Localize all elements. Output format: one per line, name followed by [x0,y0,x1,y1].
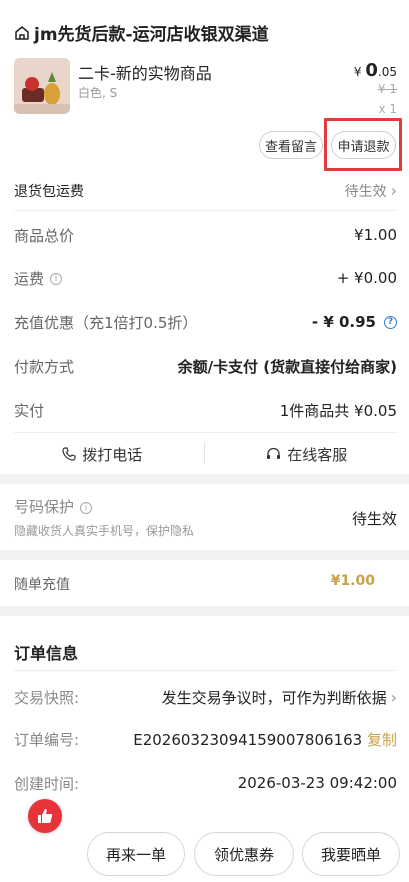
online-service-button[interactable]: 在线客服 [205,436,409,472]
service-label: 在线客服 [287,445,348,464]
product-thumbnail[interactable] [14,58,70,114]
topup-card: 随单充值 ¥1.00 [0,560,409,606]
protect-status: 待生效 [351,510,397,528]
summary-row-total: 商品总价 ¥1.00 [14,224,397,246]
return-shipping-label: 退货包运费 [14,184,84,200]
order-info-title: 订单信息 [14,644,79,663]
phone-icon [62,447,76,461]
product-image-icon [14,58,70,114]
copy-button[interactable]: 复制 [367,731,397,749]
price-dec: .05 [377,65,397,79]
reorder-button[interactable]: 再来一单 [87,832,185,876]
info-value: 2026-03-23 09:42:00 [237,774,397,792]
info-label: 创建时间: [14,774,80,793]
summary-value: + ¥0.00 [336,269,397,287]
summary-row-paid: 实付 1件商品共 ¥0.05 [14,399,397,421]
product-title[interactable]: 二卡-新的实物商品 [78,60,212,84]
info-label: 订单编号: [14,730,80,749]
summary-label: 付款方式 [14,357,75,376]
divider [14,670,397,671]
summary-label: 实付 [14,401,45,420]
info-icon[interactable]: i [80,501,93,514]
price-symbol: ¥ [353,65,362,79]
call-label: 拨打电话 [82,445,143,464]
protect-title: 号码保护 i [14,496,93,517]
product-price: ¥ 0.05 [354,60,397,81]
return-shipping-value: 待生效 › [344,181,397,200]
protect-desc: 隐藏收货人真实手机号，保护隐私 [14,524,195,538]
summary-value: 余额/卡支付 (货款直接付给商家) [177,357,397,376]
summary-label: 运费 i [14,268,63,289]
summary-label: 商品总价 [14,226,75,245]
topup-label: 随单充值 [14,577,70,593]
summary-row-shipping: 运费 i + ¥0.00 [14,267,397,289]
summary-row-discount: 充值优惠（充1倍打0.5折） - ¥ 0.95? [14,311,397,333]
price-int: 0 [365,60,378,81]
chevron-right-icon: › [390,687,397,707]
topup-value: ¥1.00 [330,573,375,589]
return-shipping-row[interactable]: 退货包运费 待生效 › [14,180,397,202]
info-row-order-number: 订单编号: E20260323094159007806163 复制 [14,728,397,750]
summary-value: 1件商品共 ¥0.05 [279,401,397,420]
summary-value: ¥1.00 [354,226,397,244]
info-row-snapshot[interactable]: 交易快照: 发生交易争议时，可作为判断依据 › [14,686,397,708]
divider [14,210,397,211]
contact-divider [204,442,205,464]
thumbs-up-icon [38,809,53,823]
product-spec: 白色, S [78,86,118,100]
summary-label: 充值优惠（充1倍打0.5折） [14,313,198,332]
get-coupon-button[interactable]: 领优惠券 [194,832,294,876]
help-icon[interactable]: ? [384,316,397,329]
summary-row-payment: 付款方式 余额/卡支付 (货款直接付给商家) [14,355,397,377]
info-icon[interactable]: i [50,273,63,285]
phone-protection-card: 号码保护 i 隐藏收货人真实手机号，保护隐私 待生效 [0,484,409,550]
summary-value: - ¥ 0.95? [312,313,397,331]
info-value: 发生交易争议时，可作为判断依据 › [161,687,397,707]
shop-name: jm先货后款-运河店收银双渠道 [34,25,269,45]
info-value: E20260323094159007806163 复制 [133,730,397,749]
headset-icon [267,447,281,459]
shop-header[interactable]: jm先货后款-运河店收银双渠道 [14,20,269,45]
info-row-created: 创建时间: 2026-03-23 09:42:00 [14,772,397,794]
divider [14,432,397,433]
refund-highlight-box [324,118,402,171]
info-label: 交易快照: [14,688,80,707]
bottom-action-bar: 再来一单 领优惠券 我要晒单 [0,826,409,882]
order-card: jm先货后款-运河店收银双渠道 二卡-新的实物商品 白色, S ¥ 0.05 ¥… [0,0,409,474]
thumbs-up-float-button[interactable] [28,799,62,833]
quantity: x 1 [378,102,397,116]
shop-home-icon [15,25,29,40]
share-review-button[interactable]: 我要晒单 [302,832,400,876]
call-phone-button[interactable]: 拨打电话 [0,436,205,472]
original-price: ¥ 1 [377,82,397,96]
view-message-button[interactable]: 查看留言 [259,131,323,159]
chevron-right-icon: › [390,181,397,200]
